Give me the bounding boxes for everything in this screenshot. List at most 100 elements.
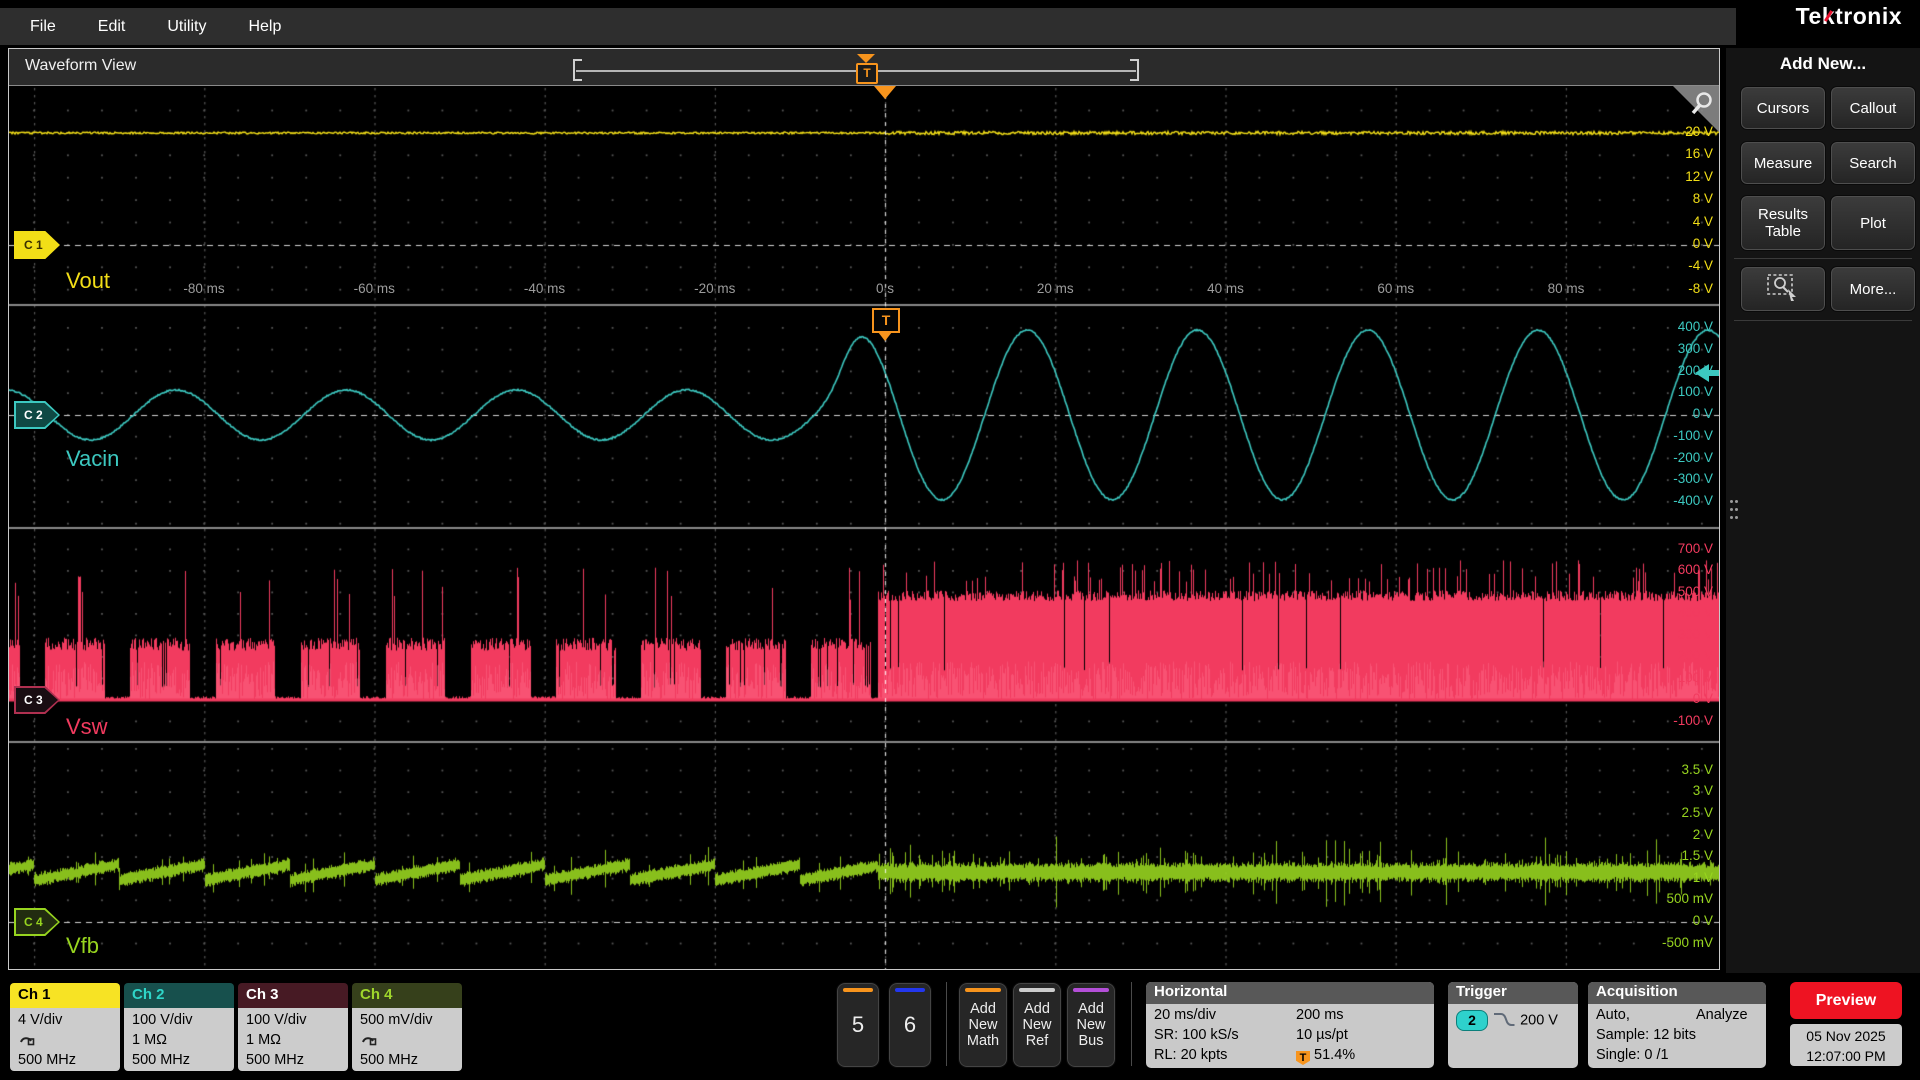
channel-scale: 500 mV/div [360,1010,462,1030]
cursors-button[interactable]: Cursors [1740,86,1826,130]
channel-bandwidth: 500 MHz [18,1050,120,1070]
horizontal-record-length: RL: 20 kpts [1154,1047,1227,1063]
more-button[interactable]: More... [1830,266,1916,312]
add-new-ref-button[interactable]: AddNewRef [1012,982,1062,1068]
plot-button[interactable]: Plot [1830,195,1916,251]
channel-5-button[interactable]: 5 [836,982,880,1068]
graticule-trigger-position-icon[interactable] [874,86,896,99]
record-view-right-bracket[interactable] [1130,59,1139,81]
axis-label-ch3: 300 V [1623,627,1713,642]
channel-badge-title: Ch 1 [10,983,120,1008]
trigger-title: Trigger [1448,982,1578,1004]
channel-handle-c4[interactable]: C 4 [14,908,60,936]
axis-label-ch1: 16 V [1623,146,1713,161]
axis-label-ch2: -400 V [1623,493,1713,508]
axis-label-ch3: 200 V [1623,648,1713,663]
channel-5-stripe [843,988,873,992]
channel-bandwidth: 500 MHz [132,1050,234,1070]
channel-label-vfb: Vfb [66,933,99,959]
trigger-level-arrow-icon[interactable] [1695,364,1719,387]
tektronix-logo: Tektronix [1796,3,1902,30]
datetime-box[interactable]: 05 Nov 2025 12:07:00 PM [1790,1024,1902,1066]
sidebar-divider [1734,258,1912,259]
horizontal-title: Horizontal [1146,982,1434,1004]
panel-resize-handle[interactable] [1730,500,1742,530]
waveform-canvas[interactable] [9,86,1719,969]
channel-label-vacin: Vacin [66,446,119,472]
bottom-channel-badge-4[interactable]: Ch 4500 mV/div500 MHz [352,983,462,1071]
channel-bandwidth: 500 MHz [246,1050,348,1070]
axis-label-ch3: 600 V [1623,562,1713,577]
horizontal-window: 200 ms [1296,1007,1344,1023]
axis-label-ch4: -500 mV [1623,935,1713,950]
channel-handle-c3[interactable]: C 3 [14,686,60,714]
axis-label-ch1: 12 V [1623,169,1713,184]
axis-label-ch2: 300 V [1623,341,1713,356]
axis-label-ch4: 0 V [1623,913,1713,928]
results-table-button[interactable]: Results Table [1740,195,1826,251]
bottom-separator [946,982,947,1066]
channel-handle-c2[interactable]: C 2 [14,401,60,429]
waveform-view-title: Waveform View [25,57,136,75]
horizontal-scale: 20 ms/div [1154,1007,1216,1023]
channel-6-button[interactable]: 6 [888,982,932,1068]
zoom-corner-icon[interactable] [1673,86,1719,137]
trigger-box[interactable]: Trigger 2 200 V [1448,982,1578,1068]
acquisition-single: Single: 0 /1 [1596,1047,1669,1063]
axis-label-ch3: -100 V [1623,713,1713,728]
horizontal-resolution: 10 µs/pt [1296,1027,1348,1043]
channel-scale: 4 V/div [18,1010,120,1030]
menu-help[interactable]: Help [248,18,281,36]
axis-label-ch4: 3.5 V [1623,762,1713,777]
axis-label-ch1: -4 V [1623,258,1713,273]
axis-label-ch2: -100 V [1623,428,1713,443]
record-view-left-bracket[interactable] [573,59,582,81]
bottom-bar: Ch 14 V/div500 MHzCh 2100 V/div1 MΩ500 M… [0,978,1920,1080]
bottom-channel-badge-1[interactable]: Ch 14 V/div 500 MHz [10,983,120,1071]
trigger-level-value: 200 V [1520,1012,1558,1028]
time-label: 12:07:00 PM [1790,1046,1902,1066]
menu-edit[interactable]: Edit [98,18,126,36]
probe-icon [360,1030,462,1050]
menu-utility[interactable]: Utility [167,18,206,36]
record-trigger-marker-icon[interactable] [857,54,875,63]
acquisition-title: Acquisition [1588,982,1766,1004]
callout-button[interactable]: Callout [1830,86,1916,130]
channel-badge-title: Ch 2 [124,983,234,1008]
trigger-level-pin[interactable]: T [872,308,900,333]
channel-scale: 100 V/div [132,1010,234,1030]
axis-label-ch1: 4 V [1623,214,1713,229]
zoom-select-icon [1766,273,1800,305]
axis-label-ch2: -300 V [1623,471,1713,486]
menu-file[interactable]: File [30,18,56,36]
zoom-select-button[interactable] [1740,266,1826,312]
axis-label-ch3: 700 V [1623,541,1713,556]
axis-label-ch1: 0 V [1623,236,1713,251]
record-trigger-t-flag[interactable]: T [856,63,878,84]
axis-label-ch4: 3 V [1623,783,1713,798]
preview-button[interactable]: Preview [1790,982,1902,1019]
axis-label-ch3: 500 V [1623,584,1713,599]
bottom-separator [1131,982,1132,1066]
sidebar-divider [1734,320,1912,321]
acquisition-analyze: Analyze [1696,1007,1748,1023]
add-new-bus-button[interactable]: AddNewBus [1066,982,1116,1068]
search-button[interactable]: Search [1830,141,1916,185]
channel-label-vout: Vout [66,268,110,294]
axis-label-ch2: 0 V [1623,406,1713,421]
measure-button[interactable]: Measure [1740,141,1826,185]
channel-handle-c1[interactable]: C 1 [14,231,60,259]
add-new-title: Add New... [1726,54,1920,74]
horizontal-box[interactable]: Horizontal 20 ms/div 200 ms SR: 100 kS/s… [1146,982,1434,1068]
graticule: T 20 V16 V12 V8 V4 V0 V-4 V-8 V400 V300 … [9,86,1719,969]
probe-icon [18,1030,120,1050]
bottom-channel-badge-2[interactable]: Ch 2100 V/div1 MΩ500 MHz [124,983,234,1071]
channel-badge-title: Ch 3 [238,983,348,1008]
trigger-source-badge: 2 [1456,1010,1488,1031]
acquisition-box[interactable]: Acquisition Auto, Analyze Sample: 12 bit… [1588,982,1766,1068]
trigger-position-icon: T [1296,1051,1310,1065]
add-new-math-button[interactable]: AddNewMath [958,982,1008,1068]
acquisition-sample: Sample: 12 bits [1596,1027,1696,1043]
bottom-channel-badge-3[interactable]: Ch 3100 V/div1 MΩ500 MHz [238,983,348,1071]
axis-label-ch2: -200 V [1623,450,1713,465]
